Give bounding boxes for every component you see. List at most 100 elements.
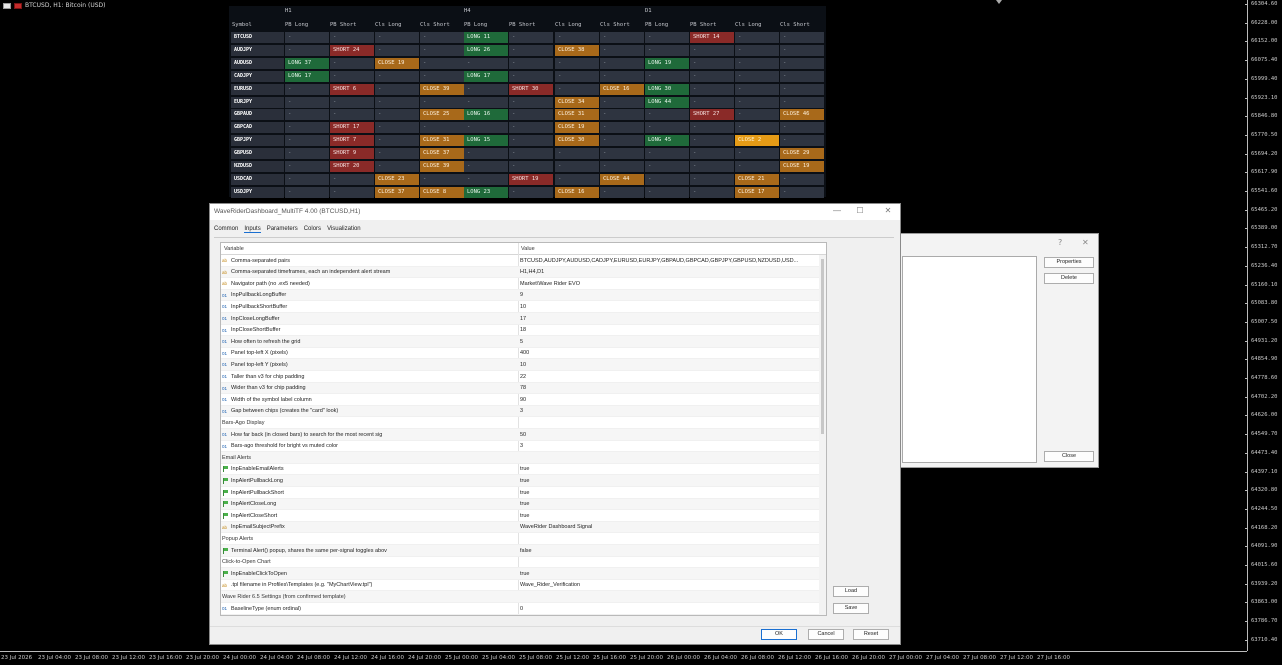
signal-chip[interactable]: -	[509, 161, 553, 172]
signal-chip[interactable]: -	[645, 32, 689, 43]
value-cell[interactable]: 9	[520, 292, 815, 298]
signal-chip[interactable]: -	[464, 83, 508, 95]
signal-chip[interactable]: CLOSE 44	[600, 173, 644, 185]
signal-chip[interactable]: -	[780, 70, 824, 82]
signal-chip[interactable]: -	[690, 135, 734, 147]
load-button[interactable]: Load	[833, 586, 869, 597]
signal-chip[interactable]: -	[420, 122, 464, 134]
signal-chip[interactable]: -	[375, 83, 419, 95]
signal-chip[interactable]: -	[509, 44, 553, 56]
tab-visualization[interactable]: Visualization	[327, 226, 361, 233]
scroll-thumb[interactable]	[821, 259, 824, 434]
value-cell[interactable]: 22	[520, 374, 815, 380]
symbol-label[interactable]: GBPCAD	[231, 122, 284, 134]
signal-chip[interactable]: LONG 16	[464, 109, 508, 121]
symbol-label[interactable]: GBPAUD	[231, 109, 284, 121]
tab-parameters[interactable]: Parameters	[267, 226, 298, 233]
input-row[interactable]: 01 Width of the symbol label column 90	[221, 394, 819, 406]
signal-chip[interactable]: CLOSE 30	[555, 135, 599, 147]
value-cell[interactable]: BTCUSD,AUDJPY,AUDUSD,CADJPY,EURUSD,EURJP…	[520, 258, 815, 264]
signal-chip[interactable]: -	[285, 44, 329, 56]
signal-chip[interactable]: -	[600, 148, 644, 160]
signal-chip[interactable]: -	[690, 96, 734, 108]
signal-chip[interactable]: -	[375, 109, 419, 121]
input-row[interactable]: 01 InpCloseShortBuffer 18	[221, 325, 819, 337]
reset-button[interactable]: Reset	[853, 629, 889, 640]
signal-chip[interactable]: -	[735, 32, 779, 43]
signal-chip[interactable]: LONG 11	[464, 32, 508, 43]
value-cell[interactable]: Market\Wave Rider EVO	[520, 281, 815, 287]
signal-chip[interactable]: SHORT 20	[330, 161, 374, 172]
input-row[interactable]: ab Comma-separated timeframes, each an in…	[221, 266, 819, 279]
signal-chip[interactable]: -	[690, 173, 734, 185]
signal-chip[interactable]: -	[735, 70, 779, 82]
symbol-label[interactable]: AUDJPY	[231, 44, 284, 56]
delete-button[interactable]: Delete	[1044, 273, 1094, 284]
input-row[interactable]: ab .tpl filename in Profiles\Templates (e…	[221, 580, 819, 592]
signal-chip[interactable]: -	[285, 173, 329, 185]
input-row[interactable]: ab InpEmailSubjectPrefix WaveRider Dashboa…	[221, 521, 819, 534]
signal-chip[interactable]: -	[420, 173, 464, 185]
signal-chip[interactable]: CLOSE 8	[420, 186, 464, 198]
value-cell[interactable]: 90	[520, 397, 815, 403]
signal-chip[interactable]: LONG 23	[464, 186, 508, 198]
signal-chip[interactable]: -	[600, 70, 644, 82]
signal-chip[interactable]: -	[780, 186, 824, 198]
signal-chip[interactable]: CLOSE 21	[735, 173, 779, 185]
signal-chip[interactable]: -	[285, 32, 329, 43]
signal-chip[interactable]: -	[555, 32, 599, 43]
signal-chip[interactable]: -	[645, 173, 689, 185]
signal-chip[interactable]: SHORT 17	[330, 122, 374, 134]
chart-window-icon[interactable]	[3, 2, 11, 9]
symbol-label[interactable]: GBPJPY	[231, 135, 284, 147]
input-row[interactable]: 01 BaselineType (enum ordinal) 0	[221, 603, 819, 615]
symbol-label[interactable]: EURUSD	[231, 83, 284, 95]
signal-chip[interactable]: -	[464, 122, 508, 134]
signal-chip[interactable]: -	[375, 148, 419, 160]
grid-scrollbar[interactable]	[819, 255, 826, 615]
signal-chip[interactable]: -	[600, 135, 644, 147]
signal-chip[interactable]: -	[780, 173, 824, 185]
symbol-label[interactable]: USDCAD	[231, 173, 284, 185]
value-cell[interactable]: 0	[520, 606, 815, 612]
signal-chip[interactable]: -	[780, 44, 824, 56]
signal-chip[interactable]: -	[690, 70, 734, 82]
signal-chip[interactable]: -	[375, 70, 419, 82]
tab-common[interactable]: Common	[214, 226, 238, 233]
signal-chip[interactable]: -	[735, 109, 779, 121]
signal-chip[interactable]: -	[780, 57, 824, 69]
signal-chip[interactable]: -	[555, 173, 599, 185]
section-row[interactable]: Email Alerts	[221, 452, 819, 464]
value-cell[interactable]: 18	[520, 327, 815, 333]
symbol-label[interactable]: USDJPY	[231, 186, 284, 198]
help-icon[interactable]: ?	[1058, 238, 1062, 247]
signal-chip[interactable]: -	[330, 57, 374, 69]
signal-chip[interactable]: -	[780, 96, 824, 108]
signal-chip[interactable]: LONG 15	[464, 135, 508, 147]
price-axis[interactable]: 66304.60 66228.00 66152.00 66075.40 65999.40…	[1245, 0, 1282, 651]
signal-chip[interactable]: LONG 37	[285, 57, 329, 69]
signal-chip[interactable]: -	[645, 186, 689, 198]
input-row[interactable]: 01 Gap between chips (creates the "card" …	[221, 405, 819, 418]
chart-shift-marker-icon[interactable]	[996, 0, 1002, 4]
signal-chip[interactable]: -	[375, 122, 419, 134]
signal-chip[interactable]: -	[555, 161, 599, 172]
signal-chip[interactable]: LONG 26	[464, 44, 508, 56]
signal-chip[interactable]: -	[464, 148, 508, 160]
signal-chip[interactable]: -	[509, 186, 553, 198]
signal-chip[interactable]: -	[420, 96, 464, 108]
value-cell[interactable]: 400	[520, 350, 815, 356]
signal-chip[interactable]: -	[555, 148, 599, 160]
signal-chip[interactable]: -	[509, 32, 553, 43]
signal-chip[interactable]: -	[735, 161, 779, 172]
signal-chip[interactable]: CLOSE 25	[420, 109, 464, 121]
input-row[interactable]: InpEnableEmailAlerts true	[221, 464, 819, 476]
signal-chip[interactable]: CLOSE 37	[420, 148, 464, 160]
input-row[interactable]: InpEnableClickToOpen true	[221, 568, 819, 580]
signal-chip[interactable]: -	[464, 161, 508, 172]
signal-chip[interactable]: -	[330, 32, 374, 43]
signal-chip[interactable]: -	[780, 122, 824, 134]
signal-chip[interactable]: CLOSE 39	[420, 161, 464, 172]
signal-chip[interactable]: SHORT 14	[690, 32, 734, 43]
signal-chip[interactable]: -	[285, 122, 329, 134]
